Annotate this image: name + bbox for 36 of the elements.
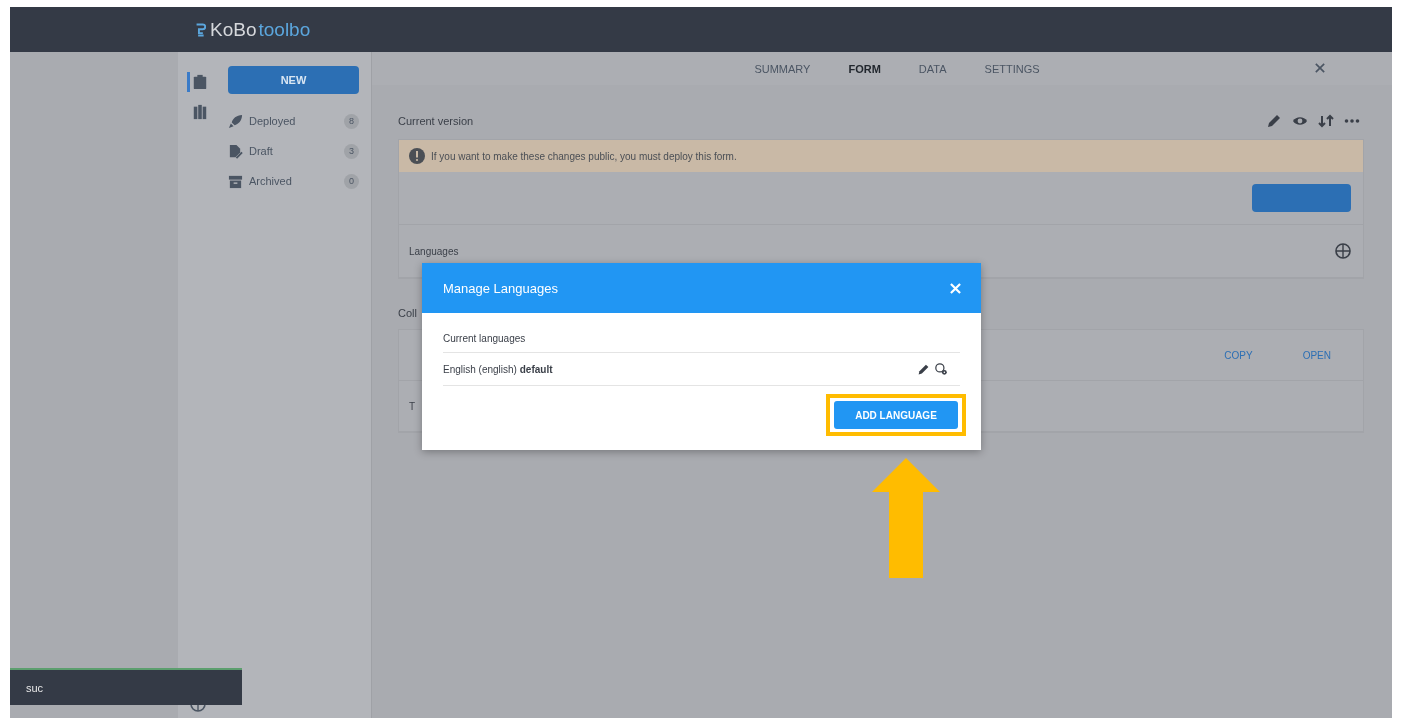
logo-text: KoBo (210, 18, 257, 41)
tab[interactable]: SUMMARY (754, 62, 811, 75)
sidebar-item[interactable]: Archived 0 (228, 172, 359, 190)
language-name: English (english) default (443, 363, 553, 375)
sync-icon[interactable] (1318, 113, 1334, 129)
logo-text-secondary: toolbo (258, 18, 311, 41)
section-title: Coll (398, 307, 418, 319)
dialog-title: Manage Languages (443, 280, 558, 296)
globe-icon[interactable] (1335, 243, 1351, 259)
count-badge: 3 (344, 143, 359, 159)
link[interactable]: COPY (1224, 349, 1253, 361)
archive-box-icon (228, 173, 243, 189)
toast-text: suc (26, 681, 44, 694)
warning-text: If you want to make these changes public, you must deploy this form. (431, 150, 737, 162)
document-pencil-icon (228, 143, 243, 159)
count-badge: 8 (344, 113, 359, 129)
clipboard-icon (191, 74, 208, 90)
row-label: T (409, 400, 416, 412)
tab[interactable]: DATA (918, 62, 947, 75)
books-icon (191, 104, 208, 120)
add-language-button[interactable]: ADD LANGUAGE (834, 401, 958, 429)
row-label: Languages (409, 245, 459, 257)
logo-icon (195, 21, 206, 38)
section-label: Current languages (443, 333, 960, 353)
tab[interactable]: SETTINGS (984, 62, 1040, 75)
link[interactable]: OPEN (1302, 349, 1331, 361)
pencil-icon[interactable] (1266, 113, 1282, 129)
pencil-icon[interactable] (917, 362, 930, 376)
sidebar-item[interactable]: Deployed 8 (228, 112, 359, 130)
tab[interactable]: FORM (848, 62, 881, 75)
close-icon[interactable] (1315, 63, 1325, 73)
sidebar-item[interactable]: Draft 3 (228, 142, 359, 160)
section-title: Current version (398, 115, 474, 127)
alert-icon (409, 148, 425, 164)
new-button[interactable]: NEW (228, 66, 359, 94)
count-badge: 0 (344, 173, 359, 189)
